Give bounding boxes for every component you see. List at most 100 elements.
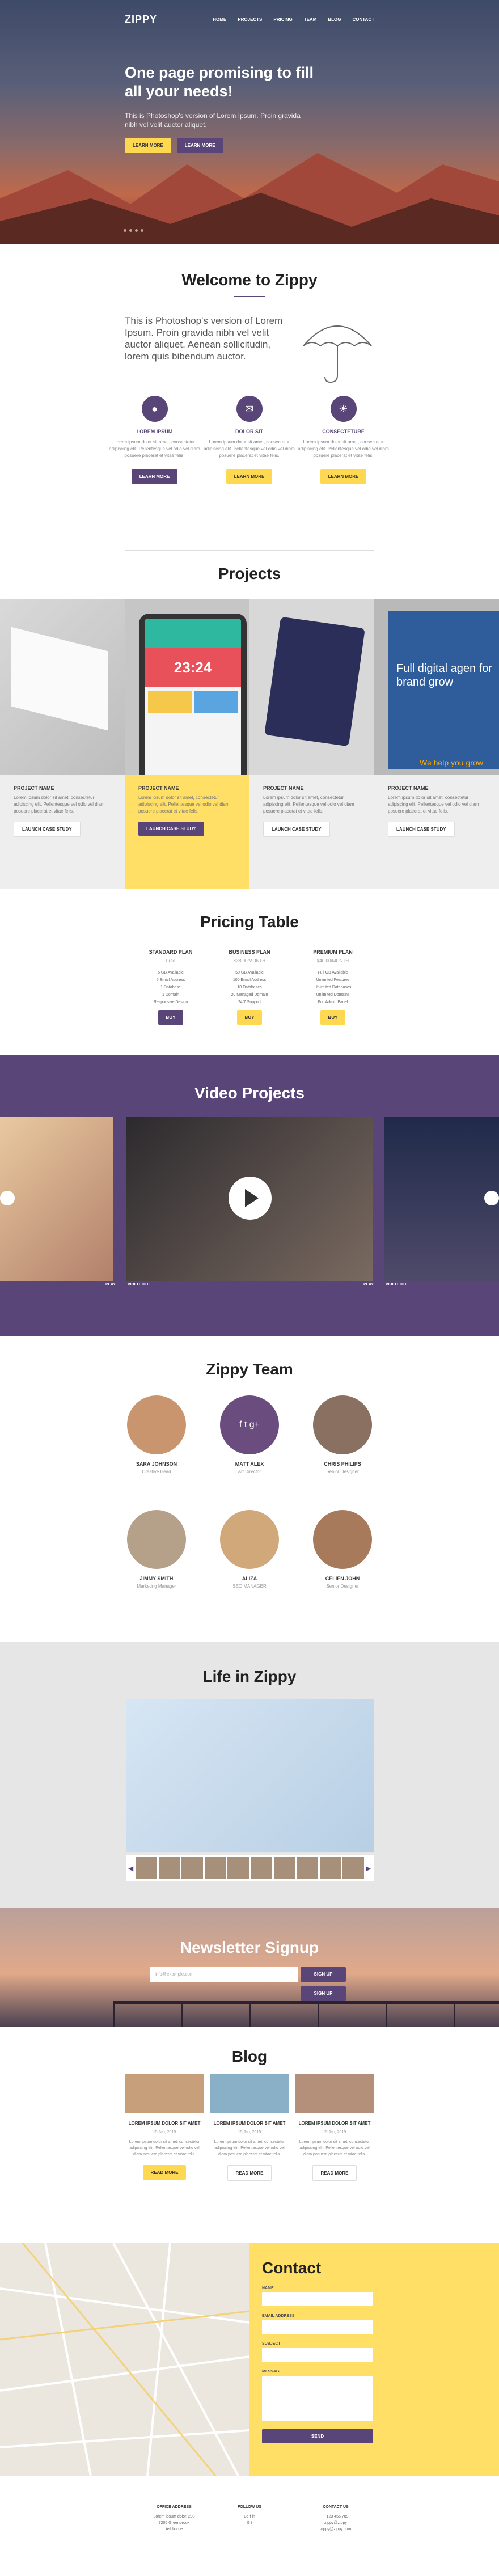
read-more-button[interactable]: READ MORE [227,2165,272,2181]
buy-button[interactable]: BUY [320,1010,346,1025]
launch-case-study-button[interactable]: LAUNCH CASE STUDY [388,822,455,837]
mountain-illustration [0,153,499,244]
feature-title: LOREM IPSUM [136,429,173,434]
footer-line: zippy@zippy.com [320,2527,352,2531]
team-title: Zippy Team [206,1360,293,1378]
thumbnail[interactable] [319,1857,341,1879]
subject-input[interactable] [262,2348,373,2362]
thumbnail[interactable] [342,1857,364,1879]
blog-post: LOREM IPSUM DOLOR SIT AMET 15 Jan, 2015 … [210,2074,289,2181]
plan-feature: 24/7 Support [238,1000,261,1004]
feature-learn-more-button[interactable]: LEARN MORE [226,469,273,484]
footer-line: Lorem ipsum dolor, 208 [153,2515,195,2519]
blog-post-title[interactable]: LOREM IPSUM DOLOR SIT AMET [295,2120,374,2127]
thumbnail[interactable] [204,1857,226,1879]
slider-dot[interactable] [129,229,132,232]
feature-learn-more-button[interactable]: LEARN MORE [320,469,367,484]
logo[interactable]: ZIPPY [125,14,157,26]
project-card-4[interactable]: Full digital agen for brand grow We help… [374,599,499,889]
thumbnail[interactable] [181,1857,203,1879]
thumbnail[interactable] [227,1857,249,1879]
nav-item-home[interactable]: HOME [213,17,226,22]
blog-section: Blog LOREM IPSUM DOLOR SIT AMET 15 Jan, … [0,2027,499,2243]
project-info: PROJECT NAME Lorem ipsum dolor sit amet,… [374,775,499,847]
member-role: Senior Designer [326,1469,359,1474]
subject-label: SUBJECT [262,2342,281,2346]
thumbnail[interactable] [136,1857,157,1879]
project-name: PROJECT NAME [14,785,54,791]
plan-price: Free [166,958,176,963]
read-more-button[interactable]: READ MORE [312,2165,357,2181]
avatar-social-icons[interactable]: f t g+ [220,1395,279,1454]
buy-button[interactable]: BUY [158,1010,184,1025]
email-input[interactable] [262,2320,373,2334]
nav-item-projects[interactable]: PROJECTS [238,17,262,22]
hero-more-button[interactable]: LEARN MORE [176,138,223,153]
hero-buttons: LEARN MORE LEARN MORE [125,138,223,153]
nav-item-pricing[interactable]: PRICING [273,17,292,22]
prev-arrow-icon[interactable]: ◀ [128,1864,134,1872]
launch-case-study-button[interactable]: LAUNCH CASE STUDY [14,822,81,837]
thumbnail[interactable] [158,1857,180,1879]
mail-icon: ✉ [236,396,263,422]
send-button[interactable]: SEND [262,2429,373,2443]
blog-post: LOREM IPSUM DOLOR SIT AMET 15 Jan, 2015 … [295,2074,374,2181]
signup-button[interactable]: SIGN UP [301,1967,346,1982]
blog-post-date: 15 Jan, 2015 [238,2130,261,2134]
nav-item-contact[interactable]: CONTACT [352,17,374,22]
thumbnail[interactable] [273,1857,295,1879]
play-icon[interactable] [229,1177,272,1220]
next-arrow-icon[interactable] [484,1191,499,1205]
blog-image[interactable] [295,2074,374,2113]
user-icon: ● [141,396,168,422]
video-card-center[interactable] [126,1117,373,1281]
brochure-mockup [11,627,108,731]
project-card-2[interactable]: 23:24 PROJECT NAME Lorem ipsum dolor sit… [125,599,250,889]
social-icons[interactable]: Be f in [207,2514,292,2520]
slider-dot[interactable] [124,229,126,232]
blog-image[interactable] [125,2074,204,2113]
next-arrow-icon[interactable]: ▶ [366,1864,371,1872]
nav-item-blog[interactable]: BLOG [328,17,341,22]
feature-learn-more-button[interactable]: LEARN MORE [131,469,178,484]
footer-line: zippy@zippy [324,2521,347,2525]
launch-case-study-button[interactable]: LAUNCH CASE STUDY [263,822,330,837]
social-icons[interactable]: G t [207,2520,292,2526]
buy-button[interactable]: BUY [236,1010,263,1025]
hero-section: ZIPPY HOME PROJECTS PRICING TEAM BLOG CO… [0,0,499,244]
message-textarea[interactable] [262,2376,373,2421]
project-info: PROJECT NAME Lorem ipsum dolor sit amet,… [0,775,125,847]
plan-feature: Responsive Design [153,1000,188,1004]
hero-learn-more-button[interactable]: LEARN MORE [125,138,171,153]
plan-feature: Full GB Available [318,971,348,975]
prev-arrow-icon[interactable] [0,1191,15,1205]
blog-post-title[interactable]: LOREM IPSUM DOLOR SIT AMET [125,2120,204,2127]
video-caption: VIDEO TITLE [128,1283,153,1287]
nav-item-team[interactable]: TEAM [304,17,317,22]
map[interactable] [0,2243,250,2476]
project-card-1[interactable]: PROJECT NAME Lorem ipsum dolor sit amet,… [0,599,125,889]
video-card-left[interactable] [0,1117,113,1281]
team-member: ALIZA SEO MANAGER [210,1510,289,1589]
email-input[interactable]: info@example.com [150,1967,298,1982]
launch-case-study-button[interactable]: LAUNCH CASE STUDY [138,822,204,836]
video-card-right[interactable] [384,1117,499,1281]
blog-post-title[interactable]: LOREM IPSUM DOLOR SIT AMET [210,2120,289,2127]
plan-feature: 5 GB Available [158,971,184,975]
umbrella-icon [303,325,372,383]
project-card-3[interactable]: PROJECT NAME Lorem ipsum dolor sit amet,… [250,599,374,889]
read-more-button[interactable]: READ MORE [142,2165,187,2180]
name-input[interactable] [262,2292,373,2306]
thumbnail[interactable] [250,1857,272,1879]
slider-dot[interactable] [135,229,138,232]
slider-dot[interactable] [141,229,143,232]
newsletter-section: Newsletter Signup info@example.com SIGN … [0,1908,499,2027]
clock-display: 23:24 [145,648,241,687]
feature-title: CONSECTETURE [322,429,365,434]
project-name: PROJECT NAME [138,785,179,791]
footer-title: OFFICE ADDRESS [157,2505,192,2509]
nav-menu: HOME PROJECTS PRICING TEAM BLOG CONTACT [213,17,374,22]
blog-post-desc: Lorem ipsum dolor sit amet, consectetur … [129,2140,200,2156]
thumbnail[interactable] [297,1857,318,1879]
blog-image[interactable] [210,2074,289,2113]
